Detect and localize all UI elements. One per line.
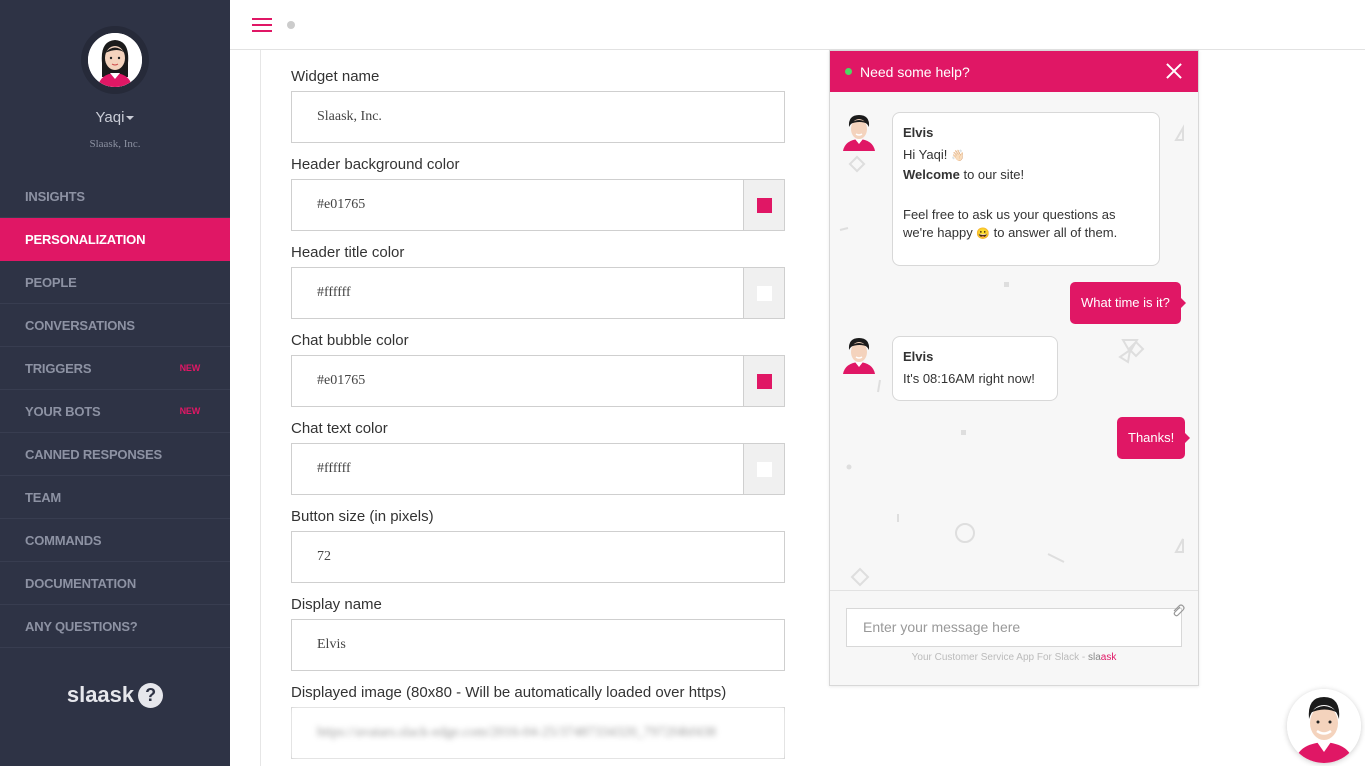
sidebar-nav: INSIGHTS PERSONALIZATION PEOPLE CONVERSA…: [0, 175, 230, 648]
agent-message: Elvis Hi Yaqi! 👋🏻 Welcome to our site! F…: [892, 112, 1160, 266]
agent-avatar: [842, 336, 876, 374]
displayed-image-label: Displayed image (80x80 - Will be automat…: [291, 684, 727, 701]
chat-launcher-button[interactable]: [1287, 689, 1361, 763]
powered-by-link[interactable]: slaask: [1088, 652, 1116, 663]
displayed-image-field: Displayed image (80x80 - Will be automat…: [291, 683, 785, 759]
message-sender: Elvis: [903, 349, 934, 364]
new-badge: NEW: [179, 406, 201, 416]
sidebar-item-label: PEOPLE: [25, 274, 77, 290]
sidebar-item-people[interactable]: PEOPLE: [0, 261, 230, 304]
brand-name: slaask: [66, 682, 135, 707]
agent-avatar: [842, 113, 876, 151]
sidebar-item-insights[interactable]: INSIGHTS: [0, 175, 230, 218]
chat-widget-header: Need some help?: [830, 51, 1198, 92]
user-org: Slaask, Inc.: [89, 138, 141, 150]
header-title-color-field: Header title color: [291, 243, 785, 319]
displayed-image-input[interactable]: [292, 708, 784, 758]
sidebar-item-your-bots[interactable]: YOUR BOTS NEW: [0, 390, 230, 433]
display-name-input[interactable]: [292, 620, 784, 670]
sidebar-item-label: PERSONALIZATION: [25, 231, 146, 247]
chat-bubble-color-label: Chat bubble color: [291, 332, 409, 349]
message-sender: Elvis: [903, 125, 934, 140]
sidebar-item-label: ANY QUESTIONS?: [25, 618, 138, 634]
message-line: we're happy 😀 to answer all of them.: [903, 224, 1118, 240]
header-bg-color-field: Header background color: [291, 155, 785, 231]
caret-down-icon: [126, 116, 135, 121]
color-swatch: [756, 373, 772, 389]
user-menu-toggle[interactable]: Yaqi: [0, 109, 230, 126]
main-content: Widget name Header background color Head…: [230, 50, 1365, 766]
sidebar-item-label: DOCUMENTATION: [25, 575, 137, 591]
sidebar-item-personalization[interactable]: PERSONALIZATION: [0, 218, 230, 261]
sidebar-item-documentation[interactable]: DOCUMENTATION: [0, 562, 230, 605]
chat-widget-title: Need some help?: [860, 63, 970, 80]
chat-widget-preview: Need some help? Elvis Hi Yaqi! 👋🏻 Welcom…: [829, 50, 1199, 686]
color-swatch: [756, 285, 772, 301]
message-line: It's 08:16AM right now!: [903, 371, 1035, 387]
panel-divider: [260, 50, 261, 766]
button-size-field: Button size (in pixels): [291, 507, 785, 583]
launcher-avatar-icon: [1287, 689, 1361, 763]
sidebar-item-commands[interactable]: COMMANDS: [0, 519, 230, 562]
sidebar-item-label: TRIGGERS: [25, 360, 92, 376]
chat-text-color-field: Chat text color: [291, 419, 785, 495]
sidebar-item-label: TEAM: [25, 489, 62, 505]
user-avatar[interactable]: [81, 26, 149, 94]
chat-messages: Elvis Hi Yaqi! 👋🏻 Welcome to our site! F…: [830, 92, 1198, 590]
sidebar-item-conversations[interactable]: CONVERSATIONS: [0, 304, 230, 347]
sidebar-item-canned-responses[interactable]: CANNED RESPONSES: [0, 433, 230, 476]
chat-bubble-color-field: Chat bubble color: [291, 331, 785, 407]
sidebar-item-label: CONVERSATIONS: [25, 317, 135, 333]
header-title-color-label: Header title color: [291, 244, 405, 261]
chat-bubble-color-picker[interactable]: [743, 356, 784, 406]
color-swatch: [756, 197, 772, 213]
hamburger-icon[interactable]: [252, 18, 272, 32]
sidebar-item-label: COMMANDS: [25, 532, 102, 548]
sidebar-item-any-questions[interactable]: ANY QUESTIONS?: [0, 605, 230, 648]
color-swatch: [756, 461, 772, 477]
sidebar-item-label: CANNED RESPONSES: [25, 446, 162, 462]
sidebar: Yaqi Slaask, Inc. INSIGHTS PERSONALIZATI…: [0, 0, 230, 766]
powered-by: Your Customer Service App For Slack - sl…: [911, 652, 1117, 663]
display-name-label: Display name: [291, 596, 382, 613]
chat-text-color-label: Chat text color: [291, 420, 388, 437]
button-size-input[interactable]: [292, 532, 784, 582]
new-badge: NEW: [179, 363, 201, 373]
sidebar-item-triggers[interactable]: TRIGGERS NEW: [0, 347, 230, 390]
visitor-message: Thanks!: [1117, 417, 1191, 459]
chat-text-color-input[interactable]: [292, 444, 743, 494]
message-line: Hi Yaqi! 👋🏻: [903, 147, 965, 163]
header-bg-color-input[interactable]: [292, 180, 743, 230]
status-dot-icon: [287, 21, 295, 29]
header-title-color-input[interactable]: [292, 268, 743, 318]
header-bg-color-picker[interactable]: [743, 180, 784, 230]
sidebar-item-team[interactable]: TEAM: [0, 476, 230, 519]
user-name: Yaqi: [95, 109, 125, 126]
button-size-label: Button size (in pixels): [291, 508, 434, 525]
user-avatar-image: [88, 33, 142, 87]
header-title-color-picker[interactable]: [743, 268, 784, 318]
chat-text-color-picker[interactable]: [743, 444, 784, 494]
waving-hand-emoji-icon: 👋🏻: [950, 150, 965, 163]
header-bg-color-label: Header background color: [291, 156, 460, 173]
close-icon[interactable]: [1164, 61, 1184, 81]
smiley-emoji-icon: 😀: [976, 227, 991, 240]
widget-name-field: Widget name: [291, 67, 785, 143]
chat-message-input[interactable]: Enter your message here: [846, 608, 1182, 647]
brand-logo[interactable]: slaask ?: [0, 682, 230, 708]
message-line: Welcome to our site!: [903, 167, 1025, 183]
visitor-message: What time is it?: [1070, 282, 1186, 324]
paperclip-icon[interactable]: [1171, 604, 1185, 621]
chat-widget-footer: Enter your message here Your Customer Se…: [830, 590, 1198, 685]
display-name-field: Display name: [291, 595, 785, 671]
chat-bubble-color-input[interactable]: [292, 356, 743, 406]
agent-message: Elvis It's 08:16AM right now!: [892, 336, 1058, 401]
widget-name-input[interactable]: [292, 92, 784, 142]
sidebar-item-label: INSIGHTS: [25, 188, 85, 204]
top-bar: [230, 0, 1365, 50]
help-icon: ?: [138, 682, 164, 708]
sidebar-item-label: YOUR BOTS: [25, 403, 101, 419]
online-dot-icon: [845, 68, 852, 75]
widget-name-label: Widget name: [291, 68, 380, 85]
